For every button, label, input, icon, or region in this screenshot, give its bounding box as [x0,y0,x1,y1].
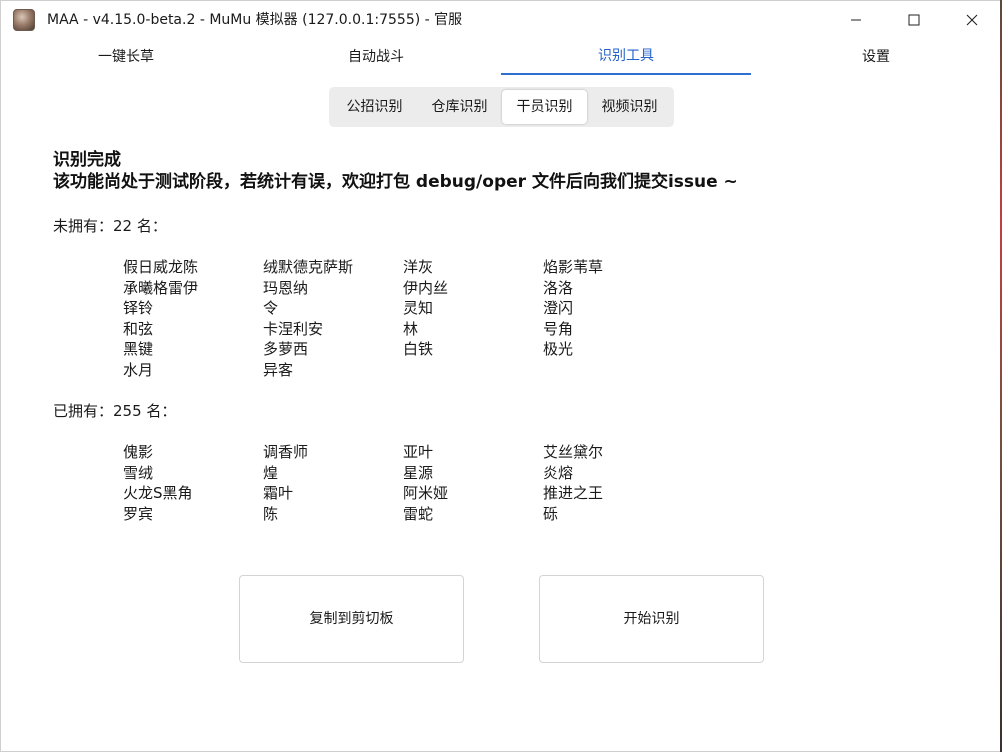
maximize-icon [908,14,920,26]
close-button[interactable] [943,1,1001,39]
operator-name: 砾 [543,504,559,523]
operator-name: 白铁 [403,340,434,358]
operator-name: 多萝西 [263,340,309,358]
operator-name: 炎熔 [543,463,574,482]
operator-name: 和弦 [123,319,154,338]
operator-name: 霜叶 [263,484,294,502]
operator-name: 绒默德克萨斯 [263,258,354,276]
operator-name: 推进之王 [543,484,604,502]
operator-name: 艾丝黛尔 [543,443,604,461]
unowned-count: 22 [113,217,133,235]
operator-name: 调香师 [263,443,309,461]
owned-suffix: 名： [141,402,177,420]
operator-name: 傀影 [123,443,154,461]
operator-name: 极光 [543,340,574,358]
unowned-header: 未拥有：22 名： [53,216,167,236]
app-window: MAA - v4.15.0-beta.2 - MuMu 模拟器 (127.0.0… [0,0,1002,752]
start-recognition-button[interactable]: 开始识别 [539,575,764,663]
tab-settings[interactable]: 设置 [751,39,1001,75]
owned-operator-list: 傀影 调香师 亚叶 艾丝黛尔雪绒 煌 星源 炎熔火龙S黑角 霜叶 阿米娅 推进之王罗宾 陈 雷蛇 砾 [123,442,683,524]
operator-name: 卡涅利安 [263,319,324,338]
status-title: 识别完成 [53,150,121,170]
operator-name: 星源 [403,463,434,482]
operator-name: 异客 [263,360,294,379]
unowned-operator-list: 假日威龙陈 绒默德克萨斯 洋灰 焰影苇草承曦格雷伊 玛恩纳 伊内丝 洛洛铎铃 令 灵知 澄闪和弦 卡… [123,257,683,380]
operator-name: 火龙S黑角 [123,484,193,502]
operator-name: 洋灰 [403,258,434,276]
operator-name: 假日威龙陈 [123,258,199,276]
operator-name: 罗宾 [123,504,154,523]
subtab-recruit-recognition[interactable]: 公招识别 [332,90,417,124]
operator-name: 伊内丝 [403,278,449,297]
operator-name: 铎铃 [123,299,154,317]
close-icon [966,14,978,26]
operator-name: 承曦格雷伊 [123,278,199,297]
operator-name: 林 [403,319,419,338]
operator-name: 黑键 [123,340,154,358]
main-tab-bar: 一键长草 自动战斗 识别工具 设置 [1,39,1001,75]
sub-tab-bar: 公招识别 仓库识别 干员识别 视频识别 [329,87,674,127]
operator-name: 号角 [543,319,574,338]
operator-name: 灵知 [403,299,434,317]
subtab-depot-recognition[interactable]: 仓库识别 [417,90,502,124]
subtab-operator-recognition[interactable]: 干员识别 [502,90,587,124]
copy-to-clipboard-button[interactable]: 复制到剪切板 [239,575,464,663]
tab-recognition-tools[interactable]: 识别工具 [501,39,751,75]
minimize-icon [851,19,861,21]
operator-name: 澄闪 [543,299,574,317]
operator-name: 雷蛇 [403,504,434,523]
maximize-button[interactable] [885,1,943,39]
status-note: 该功能尚处于测试阶段，若统计有误，欢迎打包 debug/oper 文件后向我们提… [53,172,738,192]
tab-farming[interactable]: 一键长草 [1,39,251,75]
app-icon [13,9,35,31]
tab-auto-battle[interactable]: 自动战斗 [251,39,501,75]
status-message: 识别完成 该功能尚处于测试阶段，若统计有误，欢迎打包 debug/oper 文件… [53,149,738,193]
title-bar[interactable]: MAA - v4.15.0-beta.2 - MuMu 模拟器 (127.0.0… [1,1,1001,39]
operator-name: 陈 [263,504,279,523]
operator-name: 令 [263,299,279,317]
operator-name: 煌 [263,463,279,482]
operator-name: 亚叶 [403,443,434,461]
minimize-button[interactable] [827,1,885,39]
operator-name: 水月 [123,360,154,379]
unowned-suffix: 名： [132,217,167,235]
owned-header: 已拥有：255 名： [53,401,176,421]
subtab-video-recognition[interactable]: 视频识别 [587,90,672,124]
operator-name: 雪绒 [123,463,154,482]
operator-name: 玛恩纳 [263,278,309,297]
unowned-prefix: 未拥有： [53,217,114,235]
window-title: MAA - v4.15.0-beta.2 - MuMu 模拟器 (127.0.0… [47,12,463,28]
operator-name: 洛洛 [543,278,574,297]
operator-name: 焰影苇草 [543,258,604,276]
operator-name: 阿米娅 [403,484,449,502]
owned-prefix: 已拥有： [53,402,114,420]
owned-count: 255 [113,402,142,420]
